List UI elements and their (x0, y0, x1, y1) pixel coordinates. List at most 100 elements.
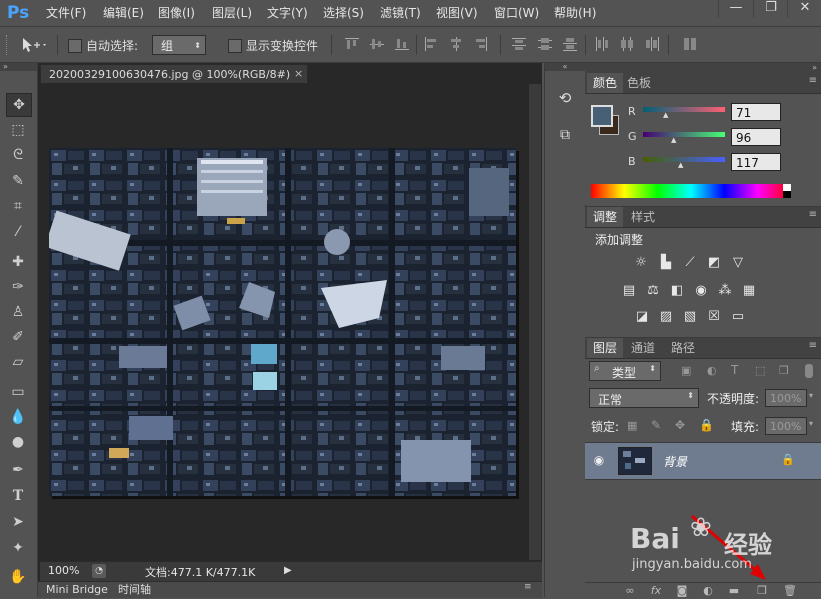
auto-align-icon[interactable] (683, 37, 697, 51)
color-spectrum-bar[interactable] (591, 184, 791, 198)
tab-adjustments[interactable]: 调整 (587, 207, 624, 227)
distribute-top-icon[interactable] (512, 37, 526, 51)
status-menu-arrow-icon[interactable]: ▶ (284, 563, 296, 579)
g-slider-track[interactable] (643, 132, 725, 137)
zoom-level[interactable]: 100% (48, 564, 79, 577)
align-hcenter-icon[interactable] (449, 37, 463, 51)
distribute-right-icon[interactable] (645, 37, 659, 51)
marquee-tool-icon[interactable]: ⬚ (6, 119, 30, 141)
tab-mini-bridge[interactable]: Mini Bridge (46, 582, 108, 598)
fill-slider-arrow-icon[interactable]: ▾ (809, 419, 813, 428)
lock-all-icon[interactable]: 🔒 (699, 418, 714, 432)
eyedropper-tool-icon[interactable]: ⁄ (6, 221, 30, 243)
panel-menu-icon[interactable]: ≡ (809, 209, 817, 220)
tab-color[interactable]: 颜色 (587, 73, 624, 93)
filter-pixel-icon[interactable]: ▣ (681, 364, 691, 377)
levels-icon[interactable]: ▙ (658, 255, 674, 271)
history-brush-tool-icon[interactable]: ✐ (6, 326, 30, 348)
filter-shape-icon[interactable]: ⬚ (755, 364, 765, 377)
eye-visibility-icon[interactable]: ◉ (591, 452, 607, 468)
filter-smart-icon[interactable]: ❐ (779, 364, 789, 377)
align-vcenter-icon[interactable] (370, 37, 384, 51)
menu-help[interactable]: 帮助(H) (554, 5, 596, 21)
selective-color-icon[interactable]: ☒ (706, 309, 722, 325)
status-info-icon[interactable]: ◔ (92, 564, 106, 578)
opacity-slider-arrow-icon[interactable]: ▾ (809, 391, 813, 400)
document-tab[interactable]: 20200329100630476.jpg @ 100%(RGB/8#) (40, 64, 308, 83)
menu-type[interactable]: 文字(Y) (267, 5, 308, 21)
clone-stamp-tool-icon[interactable]: ♙ (6, 301, 30, 323)
menu-select[interactable]: 选择(S) (323, 5, 364, 21)
opacity-input[interactable]: 100% (765, 389, 807, 407)
shape-tool-icon[interactable]: ✦ (6, 537, 30, 559)
layer-filter-dropdown[interactable]: ⌕ 类型 ⬍ (589, 361, 661, 381)
color-balance-icon[interactable]: ⚖ (645, 283, 661, 299)
menu-filter[interactable]: 滤镜(T) (380, 5, 421, 21)
filter-adjustment-icon[interactable]: ◐ (707, 364, 717, 377)
properties-panel-icon[interactable]: ⧉ (555, 127, 575, 147)
align-bottom-icon[interactable] (395, 37, 409, 51)
minimize-button[interactable]: — (718, 0, 753, 18)
color-lookup-icon[interactable]: ▦ (741, 283, 757, 299)
b-slider-thumb-icon[interactable]: ▲ (678, 161, 683, 169)
panel-collapse-icon[interactable]: » (585, 63, 821, 73)
white-swatch[interactable] (783, 184, 791, 191)
lock-position-icon[interactable]: ✥ (675, 418, 685, 432)
eraser-tool-icon[interactable]: ▱ (6, 351, 30, 373)
hue-saturation-icon[interactable]: ▤ (621, 283, 637, 299)
filter-type-icon[interactable]: T (731, 363, 738, 377)
lasso-tool-icon[interactable]: ᘓ (6, 144, 30, 166)
dock-collapse-icon[interactable]: « (545, 63, 585, 71)
panel-menu-icon[interactable]: ≡ (809, 75, 817, 86)
show-transform-checkbox[interactable] (228, 39, 242, 53)
menu-file[interactable]: 文件(F) (46, 5, 86, 21)
brightness-contrast-icon[interactable]: ☼ (633, 255, 649, 271)
menu-view[interactable]: 视图(V) (436, 5, 478, 21)
g-slider-thumb-icon[interactable]: ▲ (671, 136, 676, 144)
vertical-scrollbar[interactable] (529, 84, 541, 560)
menu-layer[interactable]: 图层(L) (212, 5, 252, 21)
tab-paths[interactable]: 路径 (665, 338, 701, 358)
history-panel-icon[interactable]: ⟲ (555, 89, 575, 109)
photo-filter-icon[interactable]: ◉ (693, 283, 709, 299)
healing-brush-tool-icon[interactable]: ✚ (6, 251, 30, 273)
layer-row-background[interactable]: ◉ 背景 🔒 (585, 442, 821, 480)
move-tool-icon[interactable]: ✥ (6, 93, 32, 117)
crop-tool-icon[interactable]: ⌗ (6, 195, 30, 217)
exposure-icon[interactable]: ◩ (706, 255, 722, 271)
close-window-button[interactable]: ✕ (787, 0, 821, 18)
curves-icon[interactable]: ⟋ (682, 255, 698, 271)
lock-image-icon[interactable]: ✎ (651, 418, 661, 432)
b-slider-track[interactable] (643, 157, 725, 162)
align-left-icon[interactable] (424, 37, 438, 51)
city-aerial-image[interactable] (49, 148, 516, 496)
close-document-icon[interactable]: × (294, 64, 306, 83)
distribute-bottom-icon[interactable] (563, 37, 577, 51)
menu-window[interactable]: 窗口(W) (494, 5, 539, 21)
tab-swatches[interactable]: 色板 (621, 73, 657, 93)
distribute-vcenter-icon[interactable] (538, 37, 552, 51)
b-value-input[interactable]: 117 (731, 153, 781, 171)
path-select-tool-icon[interactable]: ➤ (6, 511, 30, 533)
panel-menu-icon[interactable]: ≡ (524, 582, 532, 592)
foreground-color-swatch[interactable] (591, 105, 613, 127)
collapse-icon[interactable]: » (0, 63, 37, 71)
black-swatch[interactable] (783, 191, 791, 198)
fill-input[interactable]: 100% (765, 417, 807, 435)
r-slider-track[interactable] (643, 107, 725, 112)
tab-styles[interactable]: 样式 (625, 207, 661, 227)
tab-channels[interactable]: 通道 (625, 338, 661, 358)
r-value-input[interactable]: 71 (731, 103, 781, 121)
gradient-map-icon[interactable]: ▭ (730, 309, 746, 325)
black-white-icon[interactable]: ◧ (669, 283, 685, 299)
menu-edit[interactable]: 编辑(E) (103, 5, 144, 21)
tab-layers[interactable]: 图层 (587, 338, 624, 358)
menu-image[interactable]: 图像(I) (158, 5, 195, 21)
align-top-icon[interactable] (345, 37, 359, 51)
channel-mixer-icon[interactable]: ⁂ (717, 283, 733, 299)
panel-menu-icon[interactable]: ≡ (809, 340, 817, 351)
blend-mode-dropdown[interactable]: 正常 ⬍ (589, 388, 699, 408)
g-value-input[interactable]: 96 (731, 128, 781, 146)
tab-timeline[interactable]: 时间轴 (118, 582, 151, 598)
r-slider-thumb-icon[interactable]: ▲ (663, 111, 668, 119)
